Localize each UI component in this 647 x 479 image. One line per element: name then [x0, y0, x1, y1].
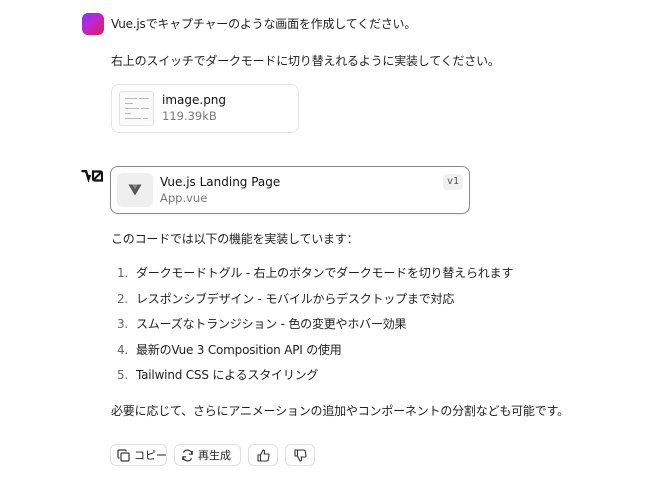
list-item: 2. レスポンシブデザイン - モバイルからデスクトップまで対応: [117, 291, 513, 317]
user-avatar: [82, 13, 104, 35]
list-text: 最新のVue 3 Composition API の使用: [136, 342, 342, 357]
list-item: 4. 最新のVue 3 Composition API の使用: [117, 342, 513, 368]
attachment-card[interactable]: image.png 119.39kB: [111, 84, 299, 133]
version-badge: v1: [442, 174, 463, 190]
regenerate-button[interactable]: 再生成: [174, 444, 241, 466]
image-thumbnail-icon: [119, 91, 154, 126]
artifact-title: Vue.js Landing Page: [160, 175, 281, 189]
list-text: レスポンシブデザイン - モバイルからデスクトップまで対応: [136, 291, 455, 306]
copy-button[interactable]: コピー: [110, 444, 167, 466]
user-message-line-2: 右上のスイッチでダークモードに切り替えれるように実装してください。: [111, 54, 500, 68]
regenerate-label: 再生成: [198, 449, 231, 462]
response-intro: このコードでは以下の機能を実装しています：: [111, 232, 359, 246]
v0-logo-icon: [81, 170, 103, 182]
thumbs-up-icon: [256, 448, 270, 462]
artifact-card[interactable]: Vue.js Landing Page App.vue v1: [110, 166, 470, 214]
list-number: 5.: [117, 368, 129, 383]
thumbs-down-icon: [293, 448, 307, 462]
response-outro: 必要に応じて、さらにアニメーションの追加やコンポーネントの分割なども可能です。: [111, 404, 569, 418]
artifact-filename: App.vue: [160, 191, 208, 205]
copy-label: コピー: [134, 449, 167, 462]
user-message-line-1: Vue.jsでキャプチャーのような画面を作成してください。: [111, 17, 417, 31]
list-number: 2.: [117, 291, 129, 306]
dislike-button[interactable]: [285, 444, 315, 466]
list-text: スムーズなトランジション - 色の変更やホバー効果: [136, 317, 407, 332]
list-number: 4.: [117, 342, 129, 357]
copy-icon: [117, 448, 130, 462]
list-text: Tailwind CSS によるスタイリング: [136, 368, 319, 383]
list-item: 5. Tailwind CSS によるスタイリング: [117, 367, 513, 393]
list-item: 1. ダークモードトグル - 右上のボタンでダークモードを切り替えられます: [117, 265, 513, 291]
list-item: 3. スムーズなトランジション - 色の変更やホバー効果: [117, 316, 513, 342]
attachment-filesize: 119.39kB: [162, 109, 217, 123]
feature-list: 1. ダークモードトグル - 右上のボタンでダークモードを切り替えられます 2. レ…: [117, 265, 513, 393]
list-number: 1.: [117, 266, 129, 280]
like-button[interactable]: [248, 444, 278, 466]
list-text: ダークモードトグル - 右上のボタンでダークモードを切り替えられます: [136, 266, 514, 280]
vue-logo-icon: [117, 173, 153, 207]
refresh-icon: [182, 449, 193, 461]
attachment-filename: image.png: [162, 93, 227, 107]
list-number: 3.: [117, 317, 129, 332]
